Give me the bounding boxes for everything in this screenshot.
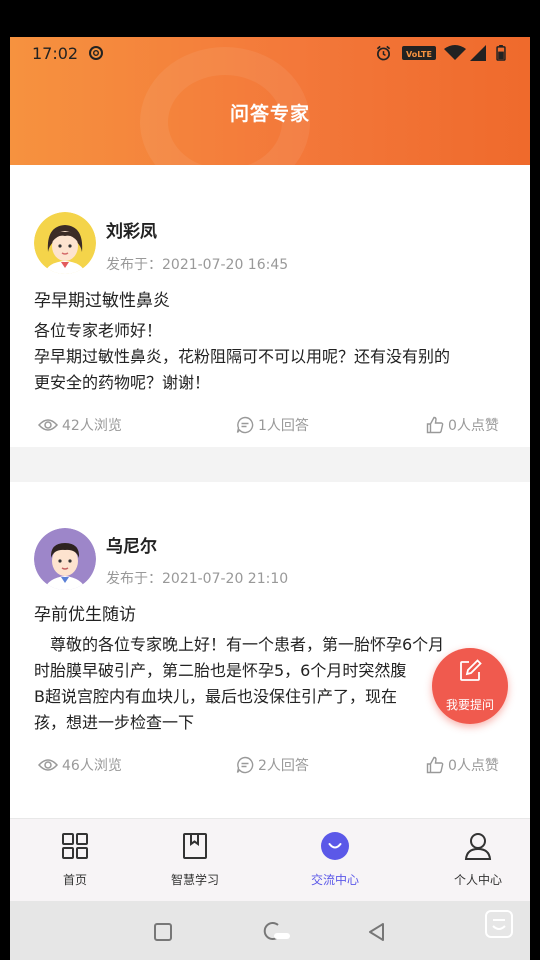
author-name: 刘彩凤 xyxy=(106,222,157,242)
tab-personal-center[interactable]: 个人中心 xyxy=(413,819,530,902)
question-body-line: 尊敬的各位专家晚上好！有一个患者，第一胎怀孕6个月 xyxy=(34,635,445,654)
comment-icon xyxy=(236,756,254,774)
tab-home[interactable]: 首页 xyxy=(10,819,140,902)
book-icon xyxy=(183,833,207,859)
like-count[interactable]: 0人点赞 xyxy=(426,415,499,435)
notification-icon xyxy=(89,46,103,60)
female-avatar[interactable] xyxy=(34,212,96,274)
home-grid-icon xyxy=(62,833,88,859)
volte-icon: VoLTE xyxy=(402,46,436,60)
thumbs-up-icon xyxy=(426,416,444,434)
page-header: 17:02 VoLTE 问答专家 xyxy=(10,37,530,165)
eye-icon xyxy=(38,419,58,431)
question-body-line: 孕早期过敏性鼻炎，花粉阻隔可不可以用呢？还有没有别的 xyxy=(34,347,451,366)
tab-label: 智慧学习 xyxy=(170,873,219,887)
like-count-label: 0人点赞 xyxy=(448,418,499,434)
answer-count-label: 2人回答 xyxy=(258,758,309,774)
question-card[interactable]: 刘彩凤 发布于：2021-07-20 16:45 孕早期过敏性鼻炎 各位专家老师… xyxy=(10,165,530,447)
comment-icon xyxy=(236,416,254,434)
publish-time: 发布于：2021-07-20 16:45 xyxy=(106,257,289,273)
alarm-icon xyxy=(376,45,391,61)
wifi-icon xyxy=(444,45,466,60)
tab-exchange-center[interactable]: 交流中心 xyxy=(270,819,400,902)
app-screen: 17:02 VoLTE 问答专家 刘彩凤 发布于：2021-07-20 16:4… xyxy=(10,37,530,960)
question-body[interactable]: 各位专家老师好！ 孕早期过敏性鼻炎，花粉阻隔可不可以用呢？还有没有别的 更安全的… xyxy=(34,318,504,396)
question-body-line: 各位专家老师好！ xyxy=(34,321,163,340)
tab-label: 个人中心 xyxy=(453,873,502,887)
answer-count[interactable]: 2人回答 xyxy=(236,755,309,775)
view-count-label: 46人浏览 xyxy=(62,758,122,774)
back-icon[interactable] xyxy=(367,921,387,943)
ask-question-button[interactable]: 我要提问 xyxy=(432,648,508,724)
question-body-line: 孩，想进一步检查一下 xyxy=(34,713,195,732)
volte-label: VoLTE xyxy=(406,50,432,59)
status-time: 17:02 xyxy=(32,44,79,63)
eye-icon xyxy=(38,759,58,771)
answer-count[interactable]: 1人回答 xyxy=(236,415,309,435)
battery-icon xyxy=(496,45,506,61)
home-icon[interactable] xyxy=(258,920,298,942)
recent-apps-icon[interactable] xyxy=(153,922,173,942)
floating-widget-icon[interactable] xyxy=(484,909,514,939)
question-body-line: 更安全的药物呢？谢谢！ xyxy=(34,373,211,392)
view-count: 42人浏览 xyxy=(38,415,122,435)
question-title[interactable]: 孕前优生随访 xyxy=(34,600,136,625)
answer-count-label: 1人回答 xyxy=(258,418,309,434)
male-avatar[interactable] xyxy=(34,528,96,590)
system-nav-bar xyxy=(10,901,530,960)
edit-icon xyxy=(460,659,482,681)
tab-label: 交流中心 xyxy=(310,873,359,887)
question-feed[interactable]: 刘彩凤 发布于：2021-07-20 16:45 孕早期过敏性鼻炎 各位专家老师… xyxy=(10,165,530,818)
like-count[interactable]: 0人点赞 xyxy=(426,755,499,775)
question-title[interactable]: 孕早期过敏性鼻炎 xyxy=(34,286,170,311)
status-bar: 17:02 VoLTE xyxy=(10,37,530,69)
view-count-label: 42人浏览 xyxy=(62,418,122,434)
question-card[interactable]: 乌尼尔 发布于：2021-07-20 21:10 孕前优生随访 尊敬的各位专家晚… xyxy=(10,482,530,818)
tab-label: 首页 xyxy=(62,873,87,887)
author-name: 乌尼尔 xyxy=(106,537,157,557)
person-icon xyxy=(464,833,492,860)
page-title: 问答专家 xyxy=(229,103,310,125)
view-count: 46人浏览 xyxy=(38,755,122,775)
signal-icon xyxy=(470,45,486,61)
thumbs-up-icon xyxy=(426,756,444,774)
chat-icon xyxy=(321,832,349,860)
publish-time: 发布于：2021-07-20 21:10 xyxy=(106,571,289,587)
tab-smart-learning[interactable]: 智慧学习 xyxy=(130,819,260,902)
like-count-label: 0人点赞 xyxy=(448,758,499,774)
bottom-tab-bar: 首页 智慧学习 交流中心 个人中心 xyxy=(10,818,530,901)
ask-question-label: 我要提问 xyxy=(445,698,494,712)
